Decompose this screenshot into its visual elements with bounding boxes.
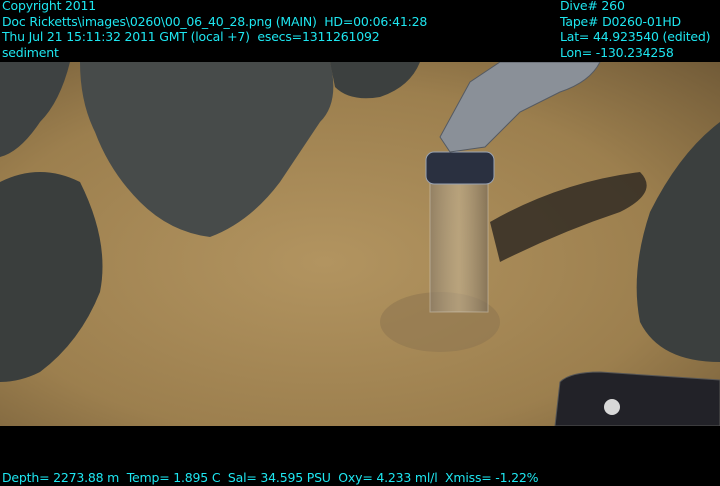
overlay-top-left: Copyright 2011 Doc Ricketts\images\0260\0… bbox=[2, 0, 427, 60]
overlay-top-right: Dive# 260 Tape# D0260-01HD Lat= 44.923540 … bbox=[560, 0, 711, 60]
sensor-readout: Depth= 2273.88 m Temp= 1.895 C Sal= 34.5… bbox=[2, 470, 539, 485]
copyright-text: Copyright 2011 bbox=[2, 0, 97, 13]
dive-number: Dive# 260 bbox=[560, 0, 625, 13]
core-cap bbox=[425, 151, 495, 185]
source-path-text: Doc Ricketts\images\0260\00_06_40_28.png… bbox=[2, 13, 428, 29]
video-frame: Copyright 2011 Doc Ricketts\images\0260\0… bbox=[0, 0, 720, 486]
equipment-box bbox=[554, 371, 720, 426]
annotation-label: sediment bbox=[2, 44, 59, 60]
longitude: Lon= -130.234258 bbox=[560, 44, 674, 60]
core-tube bbox=[429, 181, 489, 313]
box-bolt bbox=[604, 399, 620, 415]
datetime-text: Thu Jul 21 15:11:32 2011 GMT (local +7) … bbox=[2, 29, 380, 44]
tape-number: Tape# D0260-01HD bbox=[560, 13, 681, 29]
seafloor-image bbox=[0, 62, 720, 426]
latitude: Lat= 44.923540 (edited) bbox=[560, 29, 711, 44]
